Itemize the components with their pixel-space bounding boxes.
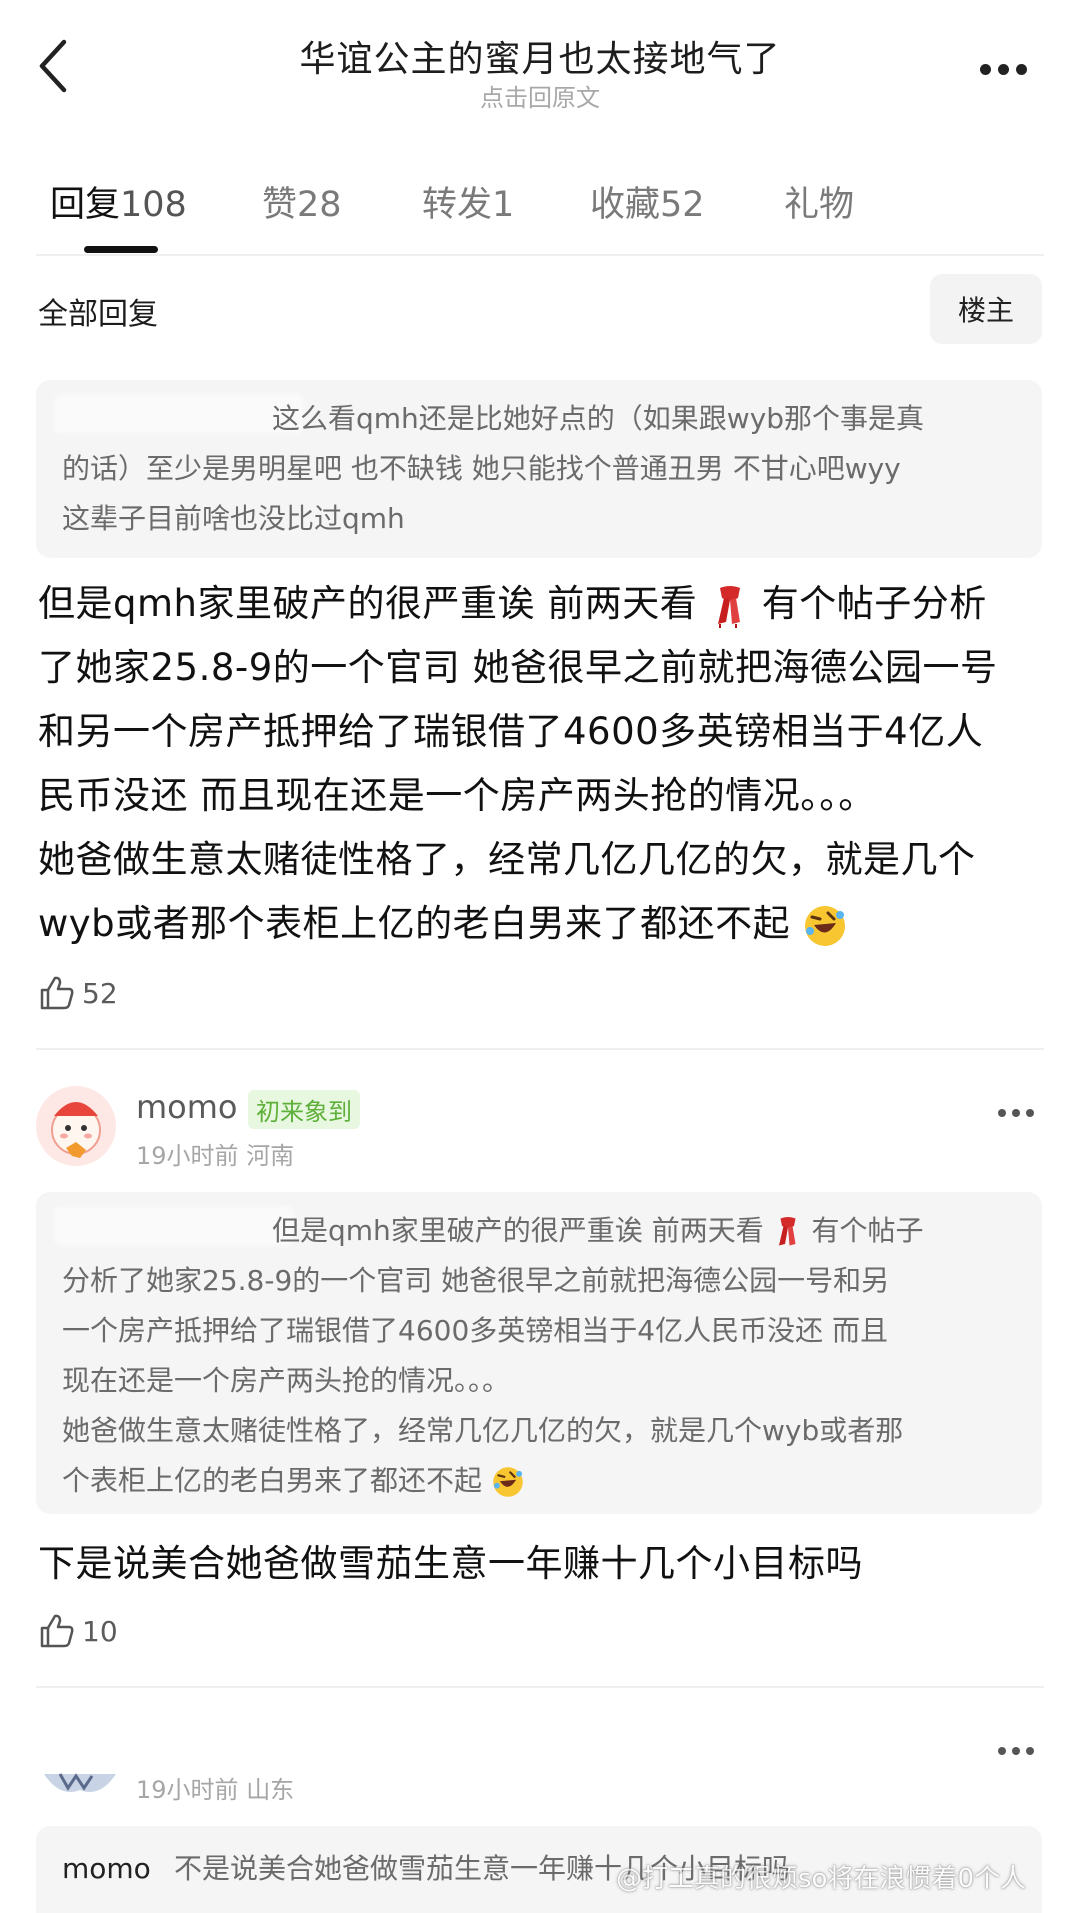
quote-line: 一个房产抵押给了瑞银借了4600多英镑相当于4亿人民币没还 而且 xyxy=(62,1314,888,1347)
comment-location: 河南 xyxy=(246,1142,295,1170)
tab-replies[interactable]: 回复108 xyxy=(50,176,187,227)
rofl-emoji-icon xyxy=(493,1467,523,1497)
comment-more-button[interactable] xyxy=(998,1740,1040,1759)
like-thumb-icon xyxy=(40,976,74,1010)
quote-line: 个表柜上亿的老白男来了都还不起 xyxy=(62,1456,525,1506)
quoted-reply[interactable]: 但是qmh家里破产的很严重诶 前两天看 有个帖子 分析了她家25.8-9的一个官… xyxy=(36,1192,1042,1514)
owner-filter-button[interactable]: 楼主 xyxy=(930,274,1042,344)
tab-reposts[interactable]: 转发1 xyxy=(422,176,514,227)
redacted-username xyxy=(54,1206,294,1246)
watermark: @打工真的很烦so将在浪惯着0个人 xyxy=(616,1864,1026,1894)
avatar[interactable] xyxy=(36,1086,116,1166)
comment-more-button[interactable] xyxy=(998,1102,1040,1121)
avatar-icon xyxy=(44,1773,116,1792)
like-thumb-icon xyxy=(40,1614,74,1648)
comment-meta: 19小时前 山东 xyxy=(136,1770,294,1805)
like-count: 52 xyxy=(82,976,118,1010)
comment-body: 下是说美合她爸做雪茄生意一年赚十几个小目标吗 xyxy=(38,1542,863,1585)
redacted-username xyxy=(54,394,304,434)
avatar[interactable] xyxy=(40,1770,120,1798)
more-dots-icon xyxy=(998,1747,1006,1755)
username[interactable]: momo xyxy=(136,1088,238,1126)
scarf-emoji-icon xyxy=(778,1217,796,1246)
like-button[interactable]: 10 xyxy=(38,1612,118,1650)
active-tab-indicator xyxy=(84,246,158,253)
like-button[interactable]: 52 xyxy=(38,974,118,1012)
divider xyxy=(36,1686,1044,1688)
scarf-emoji-icon xyxy=(717,585,740,628)
comment-time: 19小时前 xyxy=(136,1776,239,1804)
avatar-icon xyxy=(36,1086,116,1166)
comment-location: 山东 xyxy=(246,1776,295,1804)
comment-meta: 19小时前 河南 xyxy=(136,1136,294,1171)
quote-line: 她爸做生意太赌徒性格了，经常几亿几亿的欠，就是几个wyb或者那 xyxy=(62,1414,904,1447)
tab-gifts[interactable]: 礼物 xyxy=(784,176,854,227)
divider xyxy=(36,254,1044,256)
quote-line: 现在还是一个房产两头抢的情况。。。 xyxy=(62,1364,511,1397)
quoted-username[interactable]: momo xyxy=(62,1844,151,1894)
like-count: 10 xyxy=(82,1614,118,1648)
divider xyxy=(36,1048,1044,1050)
rofl-emoji-icon xyxy=(805,905,846,946)
quote-line: 这么看qmh还是比她好点的（如果跟wyb那个事是真 xyxy=(272,402,925,435)
comment-body: 但是qmh家里破产的很严重诶 前两天看 有个帖子分析 了她家25.8-9的一个官… xyxy=(38,572,1048,956)
tab-favorites[interactable]: 收藏52 xyxy=(590,176,705,227)
quote-line: 分析了她家25.8-9的一个官司 她爸很早之前就把海德公园一号和另 xyxy=(62,1264,890,1297)
more-dots-icon xyxy=(980,64,991,75)
quoted-reply[interactable]: 这么看qmh还是比她好点的（如果跟wyb那个事是真 的话）至少是男明星吧 也不缺… xyxy=(36,380,1042,558)
user-level-badge: 初来象到 xyxy=(248,1090,360,1129)
view-original-link[interactable]: 点击回原文 xyxy=(0,78,1080,113)
quote-line: 的话）至少是男明星吧 也不缺钱 她只能找个普通丑男 不甘心吧wyy xyxy=(62,452,901,485)
comment-time: 19小时前 xyxy=(136,1142,239,1170)
quote-line: 这辈子目前啥也没比过qmh xyxy=(62,502,405,535)
page-title: 华谊公主的蜜月也太接地气了 xyxy=(299,39,781,80)
tab-likes[interactable]: 赞28 xyxy=(262,176,342,227)
quote-line: 但是qmh家里破产的很严重诶 前两天看 有个帖子 xyxy=(272,1214,924,1247)
all-replies-label: 全部回复 xyxy=(38,297,158,332)
more-dots-icon xyxy=(998,1109,1006,1117)
more-options-button[interactable] xyxy=(980,60,1034,76)
